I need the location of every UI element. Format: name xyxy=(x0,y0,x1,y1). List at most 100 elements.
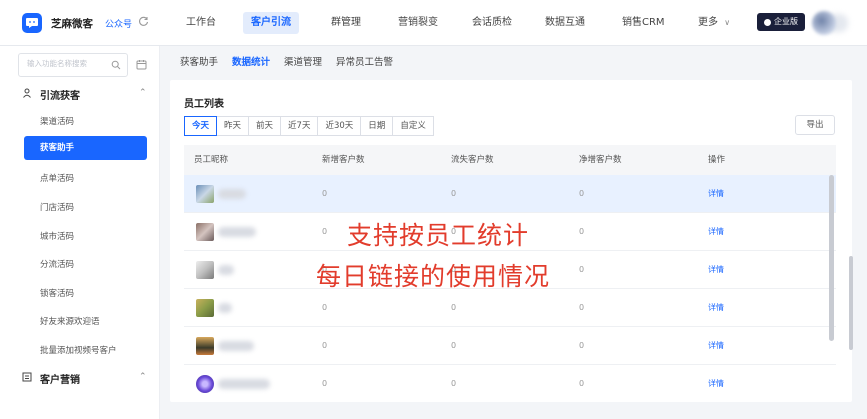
sidebar-item-video-customers[interactable]: 批量添加视频号客户 xyxy=(40,344,117,356)
sidebar-item-split-code[interactable]: 分流活码 xyxy=(40,258,74,270)
net-count: 0 xyxy=(579,265,585,274)
details-link[interactable]: 详情 xyxy=(708,213,724,251)
new-count: 0 xyxy=(322,189,328,198)
details-link[interactable]: 详情 xyxy=(708,365,724,402)
sidebar-item-order-code[interactable]: 点单活码 xyxy=(40,172,74,184)
employee-avatar xyxy=(196,299,214,317)
table-row: 0 0 0 详情 xyxy=(184,327,836,365)
nav-data-sync[interactable]: 数据互通 xyxy=(545,12,585,34)
new-count: 0 xyxy=(322,227,328,236)
period-filter: 今天 昨天 前天 近7天 近30天 日期 自定义 xyxy=(184,116,434,136)
sidebar: 引流获客 ⌃ 渠道活码 获客助手 点单活码 门店活码 城市活码 分流活码 锁客活… xyxy=(0,46,160,419)
nav-group-management[interactable]: 群管理 xyxy=(331,12,361,34)
period-last-30-days[interactable]: 近30天 xyxy=(317,116,362,136)
brand-name: 芝麻微客 xyxy=(51,17,93,30)
new-count: 0 xyxy=(322,303,328,312)
details-link[interactable]: 详情 xyxy=(708,175,724,213)
lost-count: 0 xyxy=(451,341,457,350)
sidebar-group-acquisition[interactable]: 引流获客 xyxy=(22,87,80,102)
employee-name-blurred xyxy=(218,227,256,237)
calendar-icon[interactable] xyxy=(136,59,147,73)
nav-workbench[interactable]: 工作台 xyxy=(186,12,216,34)
details-link[interactable]: 详情 xyxy=(708,251,724,289)
column-lost: 流失客户数 xyxy=(451,155,494,165)
period-day-before[interactable]: 前天 xyxy=(248,116,282,136)
sidebar-item-lock-code[interactable]: 锁客活码 xyxy=(40,287,74,299)
enterprise-badge[interactable]: 企业版 xyxy=(757,13,805,31)
sidebar-item-acquisition-assistant[interactable]: 获客助手 xyxy=(24,136,147,160)
employee-avatar xyxy=(196,223,214,241)
sidebar-item-store-code[interactable]: 门店活码 xyxy=(40,201,74,213)
tab-channel-management[interactable]: 渠道管理 xyxy=(284,54,322,68)
nav-conversation-qc[interactable]: 会话质检 xyxy=(472,12,512,34)
sub-tabs: 获客助手 数据统计 渠道管理 异常员工告警 xyxy=(180,46,407,76)
employee-avatar xyxy=(196,261,214,279)
user-icon xyxy=(22,88,32,101)
tab-acquisition-assistant[interactable]: 获客助手 xyxy=(180,54,218,68)
user-avatar[interactable] xyxy=(812,11,836,35)
column-net: 净增客户数 xyxy=(579,155,622,165)
lost-count: 0 xyxy=(451,189,457,198)
column-action: 操作 xyxy=(708,155,726,165)
column-employee: 员工昵称 xyxy=(194,155,229,165)
table-row: 0 0 0 详情 xyxy=(184,365,836,402)
new-count: 0 xyxy=(322,379,328,388)
list-icon xyxy=(22,372,32,385)
sidebar-group-marketing[interactable]: 客户营销 xyxy=(22,371,80,386)
period-last-7-days[interactable]: 近7天 xyxy=(280,116,319,136)
brand-logo-icon xyxy=(22,13,42,33)
sidebar-group-label: 客户营销 xyxy=(40,375,80,386)
top-bar: 芝麻微客 公众号 工作台 客户引流 群管理 营销裂变 会话质检 数据互通 销售C… xyxy=(0,0,867,46)
sidebar-item-welcome-message[interactable]: 好友来源欢迎语 xyxy=(40,315,100,327)
tab-data-statistics[interactable]: 数据统计 xyxy=(232,54,270,68)
table-scrollbar[interactable] xyxy=(829,175,834,341)
export-button[interactable]: 导出 xyxy=(795,115,835,135)
chevron-up-icon[interactable]: ⌃ xyxy=(139,372,147,382)
overlay-caption-line2: 每日链接的使用情况 xyxy=(316,262,551,291)
net-count: 0 xyxy=(579,303,585,312)
brand: 芝麻微客 公众号 xyxy=(22,13,149,33)
net-count: 0 xyxy=(579,379,585,388)
page-scrollbar[interactable] xyxy=(849,256,853,350)
period-today[interactable]: 今天 xyxy=(184,116,218,136)
nav-more-label: 更多 xyxy=(698,17,718,28)
sidebar-item-channel-code[interactable]: 渠道活码 xyxy=(40,115,74,127)
switch-icon[interactable] xyxy=(138,16,149,30)
new-count: 0 xyxy=(322,341,328,350)
period-yesterday[interactable]: 昨天 xyxy=(216,116,250,136)
column-new: 新增客户数 xyxy=(322,155,365,165)
account-switch-label[interactable]: 公众号 xyxy=(105,17,132,30)
lost-count: 0 xyxy=(451,303,457,312)
search-icon[interactable] xyxy=(111,60,121,73)
employee-name-blurred xyxy=(218,379,270,389)
overlay-caption-line1: 支持按员工统计 xyxy=(347,221,530,250)
sidebar-item-city-code[interactable]: 城市活码 xyxy=(40,230,74,242)
nav-customer-acquisition[interactable]: 客户引流 xyxy=(243,12,299,34)
details-link[interactable]: 详情 xyxy=(708,289,724,327)
employee-avatar xyxy=(196,185,214,203)
card-title: 员工列表 xyxy=(184,99,224,110)
chevron-up-icon[interactable]: ⌃ xyxy=(139,88,147,98)
badge-label: 企业版 xyxy=(774,17,798,26)
employee-name-blurred xyxy=(218,341,254,351)
table-row: 0 0 0 详情 xyxy=(184,289,836,327)
table-header: 员工昵称 新增客户数 流失客户数 净增客户数 操作 xyxy=(184,145,836,175)
employee-avatar xyxy=(196,337,214,355)
nav-marketing-fission[interactable]: 营销裂变 xyxy=(398,12,438,34)
table-row: 0 0 0 详情 xyxy=(184,175,836,213)
employee-name-blurred xyxy=(218,189,246,199)
employee-avatar xyxy=(196,375,214,393)
details-link[interactable]: 详情 xyxy=(708,327,724,365)
search-input[interactable] xyxy=(27,59,105,68)
net-count: 0 xyxy=(579,189,585,198)
chevron-down-icon: ∨ xyxy=(724,18,731,27)
sidebar-search xyxy=(18,53,128,77)
tab-abnormal-alerts[interactable]: 异常员工告警 xyxy=(336,54,393,68)
nav-sales-crm[interactable]: 销售CRM xyxy=(622,12,665,34)
period-custom[interactable]: 自定义 xyxy=(392,116,434,136)
net-count: 0 xyxy=(579,227,585,236)
badge-icon xyxy=(764,18,771,26)
period-date[interactable]: 日期 xyxy=(360,116,394,136)
nav-more[interactable]: 更多 ∨ xyxy=(698,12,730,34)
lost-count: 0 xyxy=(451,379,457,388)
